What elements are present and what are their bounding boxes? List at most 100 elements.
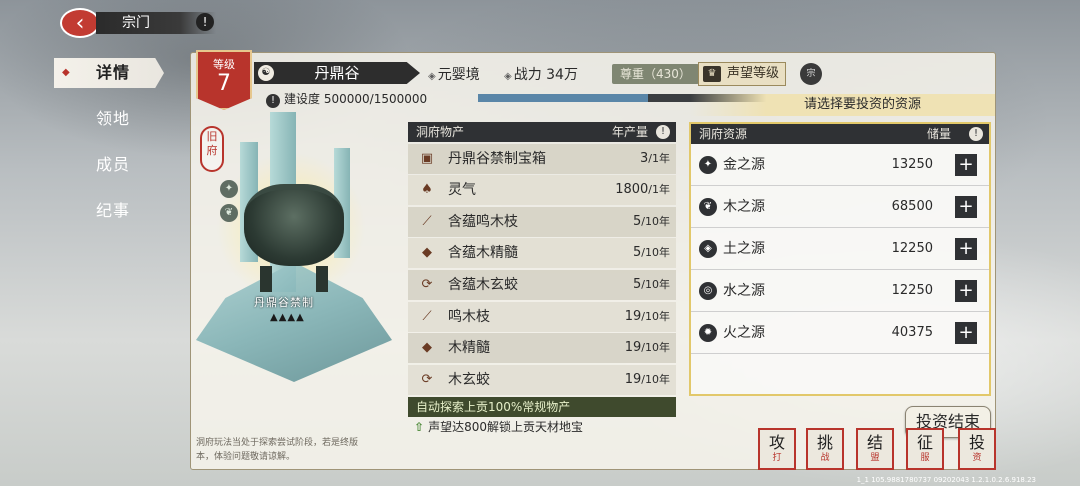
sect-name: 丹鼎谷 (314, 64, 360, 82)
sidebar-nav: 详情 领地 成员 纪事 (54, 58, 164, 242)
warning-icon: ! (266, 94, 280, 108)
sect-power: ◈ 战力 34万 (504, 64, 578, 84)
add-resource-button[interactable]: + (955, 280, 977, 302)
cauldron-icon (244, 184, 344, 292)
prestige-level-button[interactable]: ♛ 声望等级 (698, 62, 787, 86)
product-row[interactable]: ⟋ 鸣木枝 19/10年 (408, 301, 676, 332)
product-row[interactable]: ⟳ 木玄蛟 19/10年 (408, 364, 676, 395)
product-yield: 5/10年 (633, 245, 670, 261)
action-sub-label: 盟 (870, 453, 880, 463)
product-yield: 5/10年 (633, 213, 670, 229)
product-yield: 5/10年 (633, 276, 670, 292)
element-icon[interactable]: ✦ (220, 180, 238, 198)
cauldron-artwork: 旧府 ✦ ❦ 丹鼎谷禁制 ▲▲▲▲ (196, 112, 392, 412)
artwork-name: 丹鼎谷禁制 (254, 296, 314, 309)
up-arrow-icon: ⇧ (414, 419, 425, 434)
action-sub-label: 服 (920, 453, 930, 463)
product-yield: 19/10年 (624, 308, 670, 324)
wood-source-icon: ❦ (699, 198, 717, 216)
resources-header: 洞府资源 储量 ! (691, 124, 989, 144)
artwork-drops: ▲▲▲▲ (270, 312, 305, 323)
product-yield: 19/10年 (624, 371, 670, 387)
action-sub-label: 打 (772, 453, 782, 463)
action-main-label: 结 (866, 433, 883, 452)
action-main-label: 投 (968, 433, 985, 452)
product-name: 含蕴木精髓 (448, 245, 518, 262)
construction-progress-label: ! 建设度 500000/1500000 (266, 90, 427, 108)
serpent-icon: ⟳ (421, 371, 433, 387)
marrow-icon: ◆ (422, 245, 432, 261)
resource-row: ◎ 水之源 12250 + (691, 270, 989, 312)
resource-name: 土之源 (723, 241, 765, 257)
sect-realm: ◈ 元婴境 (428, 64, 480, 84)
prestige-button-label: 声望等级 (727, 66, 780, 81)
products-help-icon[interactable]: ! (656, 125, 670, 139)
action-sub-label: 资 (972, 453, 982, 463)
resource-name: 木之源 (723, 199, 765, 215)
resources-header-title: 洞府资源 (699, 127, 748, 141)
resources-header-stock: 储量 (926, 127, 951, 141)
product-name: 木玄蛟 (448, 371, 490, 388)
alliance-button[interactable]: 结盟 (856, 428, 894, 470)
resource-row: ❦ 木之源 68500 + (691, 186, 989, 228)
sidebar-item-territory[interactable]: 领地 (54, 104, 164, 134)
prestige-badge: 尊重（430） (612, 64, 699, 84)
diamond-bullet-icon: ◈ (428, 71, 436, 82)
products-header-yield: 年产量 (611, 125, 648, 139)
product-name: 含蕴木玄蛟 (448, 276, 518, 293)
metal-source-icon: ✦ (699, 156, 717, 174)
cave-seal: 旧府 (200, 126, 224, 172)
resource-amount: 40375 (891, 325, 933, 340)
diamond-bullet-icon: ◈ (504, 71, 512, 82)
add-resource-button[interactable]: + (955, 322, 977, 344)
unlock-hint: ⇧ 声望达800解锁上贡天材地宝 (408, 417, 676, 437)
products-header: 洞府物产 年产量 ! (408, 122, 676, 142)
help-icon[interactable]: ! (196, 13, 214, 31)
unlock-hint-text: 声望达800解锁上贡天材地宝 (428, 419, 583, 434)
product-row[interactable]: ▣ 丹鼎谷禁制宝箱 3/1年 (408, 143, 676, 174)
realm-text: 元婴境 (437, 67, 480, 83)
construction-label: 建设度 (284, 92, 321, 106)
attack-button[interactable]: 攻打 (758, 428, 796, 470)
wood-element-icon[interactable]: ❦ (220, 204, 238, 222)
sidebar-item-details[interactable]: 详情 (54, 58, 164, 88)
branch-icon: ⟋ (422, 213, 432, 229)
product-row[interactable]: ◆ 含蕴木精髓 5/10年 (408, 238, 676, 269)
top-bar: ‹ 宗门 ! (0, 0, 1080, 44)
action-main-label: 挑 (816, 433, 833, 452)
resource-amount: 68500 (891, 199, 933, 214)
resource-amount: 12250 (891, 283, 933, 298)
product-row[interactable]: ◆ 木精髓 19/10年 (408, 333, 676, 364)
sidebar-item-members[interactable]: 成员 (54, 150, 164, 180)
sect-info-icon[interactable]: 宗 (800, 63, 822, 85)
product-row[interactable]: ⟳ 含蕴木玄蛟 5/10年 (408, 269, 676, 300)
branch-icon: ⟋ (422, 308, 432, 324)
marrow-icon: ◆ (422, 340, 432, 356)
back-arrow-icon[interactable]: ‹ (60, 8, 100, 38)
add-resource-button[interactable]: + (955, 154, 977, 176)
resource-amount: 13250 (891, 157, 933, 172)
product-row[interactable]: ⟋ 含蕴鸣木枝 5/10年 (408, 206, 676, 237)
treasure-chest-icon: ▣ (420, 150, 434, 166)
add-resource-button[interactable]: + (955, 238, 977, 260)
invest-button[interactable]: 投资 (958, 428, 996, 470)
add-resource-button[interactable]: + (955, 196, 977, 218)
product-yield: 3/1年 (640, 150, 670, 166)
construction-value: 500000/1500000 (323, 92, 428, 106)
sect-emblem-icon: ☯ (258, 65, 274, 81)
earth-source-icon: ◈ (699, 240, 717, 258)
challenge-button[interactable]: 挑战 (806, 428, 844, 470)
products-header-title: 洞府物产 (416, 125, 465, 139)
sidebar-item-chronicle[interactable]: 纪事 (54, 196, 164, 226)
conquer-button[interactable]: 征服 (906, 428, 944, 470)
sect-name-plate: ☯ 丹鼎谷 (254, 62, 420, 84)
resource-row: ✹ 火之源 40375 + (691, 312, 989, 354)
auto-explore-status: 自动探索上贡100%常规物产 (408, 396, 676, 417)
mode-description: 洞府玩法当处于探索尝试阶段，若是终版本，体验问题敬请谅解。 (196, 438, 359, 462)
resource-row: ◈ 土之源 12250 + (691, 228, 989, 270)
spirit-gourd-icon: ♠ (421, 182, 433, 198)
resources-help-icon[interactable]: ! (969, 127, 983, 141)
product-row[interactable]: ♠ 灵气 1800/1年 (408, 175, 676, 206)
product-name: 丹鼎谷禁制宝箱 (448, 150, 546, 167)
action-main-label: 攻 (768, 433, 785, 452)
